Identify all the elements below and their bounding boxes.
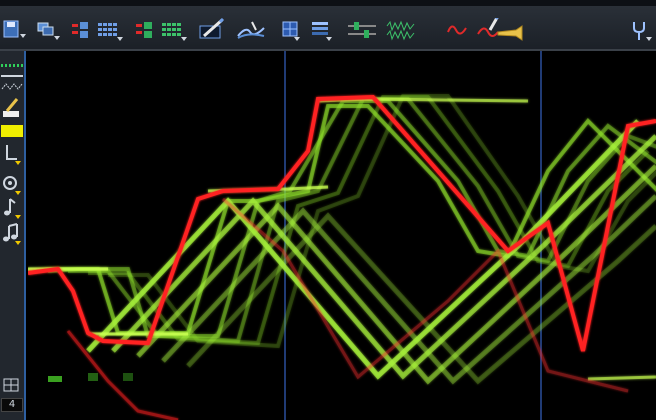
waveform-icon[interactable] xyxy=(386,18,416,42)
tool-sidebar xyxy=(0,51,26,420)
rotate-tool-icon[interactable] xyxy=(1,173,23,195)
dotted-line-icon[interactable] xyxy=(1,75,23,90)
grid-view-alt-icon[interactable] xyxy=(160,18,188,42)
color-swatch-icon[interactable] xyxy=(1,125,23,137)
line-icon[interactable] xyxy=(1,64,23,77)
track-add-alt-icon[interactable] xyxy=(134,18,158,42)
notes-icon[interactable] xyxy=(1,223,23,245)
grid-icon[interactable] xyxy=(280,18,302,42)
track-add-icon[interactable] xyxy=(70,18,94,42)
snap-icon[interactable] xyxy=(1,54,23,67)
cursor-tool-icon[interactable] xyxy=(1,143,23,165)
track-number-field[interactable]: 4 xyxy=(1,398,23,412)
grid-view-icon[interactable] xyxy=(96,18,124,42)
green-zigzag-layer xyxy=(86,119,656,385)
curve-red-icon[interactable] xyxy=(446,18,470,42)
toolbar xyxy=(0,6,656,51)
piano-roll-canvas[interactable] xyxy=(28,51,656,420)
fork-icon[interactable] xyxy=(630,18,654,42)
eraser-pencil-icon[interactable] xyxy=(1,97,23,119)
note-icon[interactable] xyxy=(1,197,23,219)
trumpet-icon[interactable] xyxy=(476,18,524,42)
baseline-marks xyxy=(48,373,133,382)
effect-icon[interactable] xyxy=(236,18,266,42)
stack-icon[interactable] xyxy=(310,18,334,42)
pencil-icon[interactable] xyxy=(198,18,226,42)
save-icon[interactable] xyxy=(2,18,26,42)
mixer-icon[interactable] xyxy=(346,18,378,42)
grid-small-icon[interactable] xyxy=(1,377,23,392)
layers-icon[interactable] xyxy=(36,18,62,42)
